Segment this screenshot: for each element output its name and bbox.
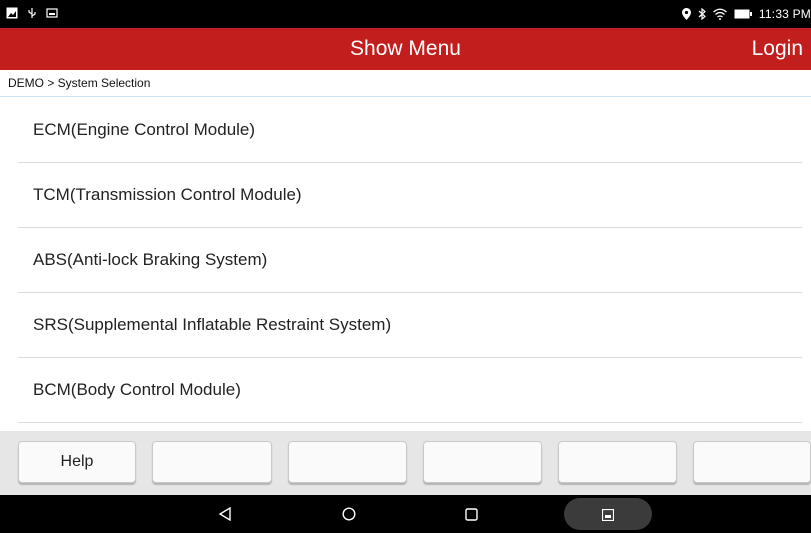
status-bar-left xyxy=(6,7,58,19)
image-notification-icon xyxy=(6,7,18,19)
status-bar-right: 11:33 PM xyxy=(681,7,811,21)
list-item-label: ECM(Engine Control Module) xyxy=(33,120,256,139)
screenshot-button[interactable] xyxy=(564,498,652,530)
toolbar-button-6[interactable] xyxy=(693,441,811,483)
back-icon[interactable] xyxy=(210,495,240,533)
battery-icon xyxy=(734,9,752,19)
list-item-bcm[interactable]: BCM(Body Control Module) xyxy=(18,358,802,423)
list-item-label: BCM(Body Control Module) xyxy=(33,380,241,399)
toolbar-button-4[interactable] xyxy=(423,441,542,483)
home-icon[interactable] xyxy=(334,495,364,533)
toolbar-button-2[interactable] xyxy=(152,441,272,483)
list-item-tcm[interactable]: TCM(Transmission Control Module) xyxy=(18,163,802,228)
show-menu-title[interactable]: Show Menu xyxy=(0,37,811,61)
screenshot-icon xyxy=(601,508,615,526)
list-item-ecm[interactable]: ECM(Engine Control Module) xyxy=(18,98,802,163)
recents-icon[interactable] xyxy=(456,495,486,533)
navigation-bar xyxy=(0,495,811,533)
gallery-icon xyxy=(46,7,58,19)
system-list: ECM(Engine Control Module) TCM(Transmiss… xyxy=(0,98,811,423)
list-item-label: ABS(Anti-lock Braking System) xyxy=(33,250,268,269)
list-item-label: SRS(Supplemental Inflatable Restraint Sy… xyxy=(33,315,392,334)
location-icon xyxy=(681,8,691,20)
breadcrumb: DEMO > System Selection xyxy=(0,70,811,97)
help-button[interactable]: Help xyxy=(18,441,136,483)
list-item-abs[interactable]: ABS(Anti-lock Braking System) xyxy=(18,228,802,293)
login-button[interactable]: Login xyxy=(752,37,803,61)
list-item-label: TCM(Transmission Control Module) xyxy=(33,185,302,204)
bluetooth-icon xyxy=(698,8,706,20)
bottom-toolbar: Help xyxy=(0,431,811,495)
toolbar-button-5[interactable] xyxy=(558,441,677,483)
list-item-srs[interactable]: SRS(Supplemental Inflatable Restraint Sy… xyxy=(18,293,802,358)
status-time: 11:33 PM xyxy=(758,7,811,21)
toolbar-button-3[interactable] xyxy=(288,441,407,483)
usb-icon xyxy=(26,7,38,19)
status-bar: 11:33 PM xyxy=(0,0,811,28)
wifi-icon xyxy=(713,8,727,20)
app-bar: Show Menu Login xyxy=(0,28,811,70)
